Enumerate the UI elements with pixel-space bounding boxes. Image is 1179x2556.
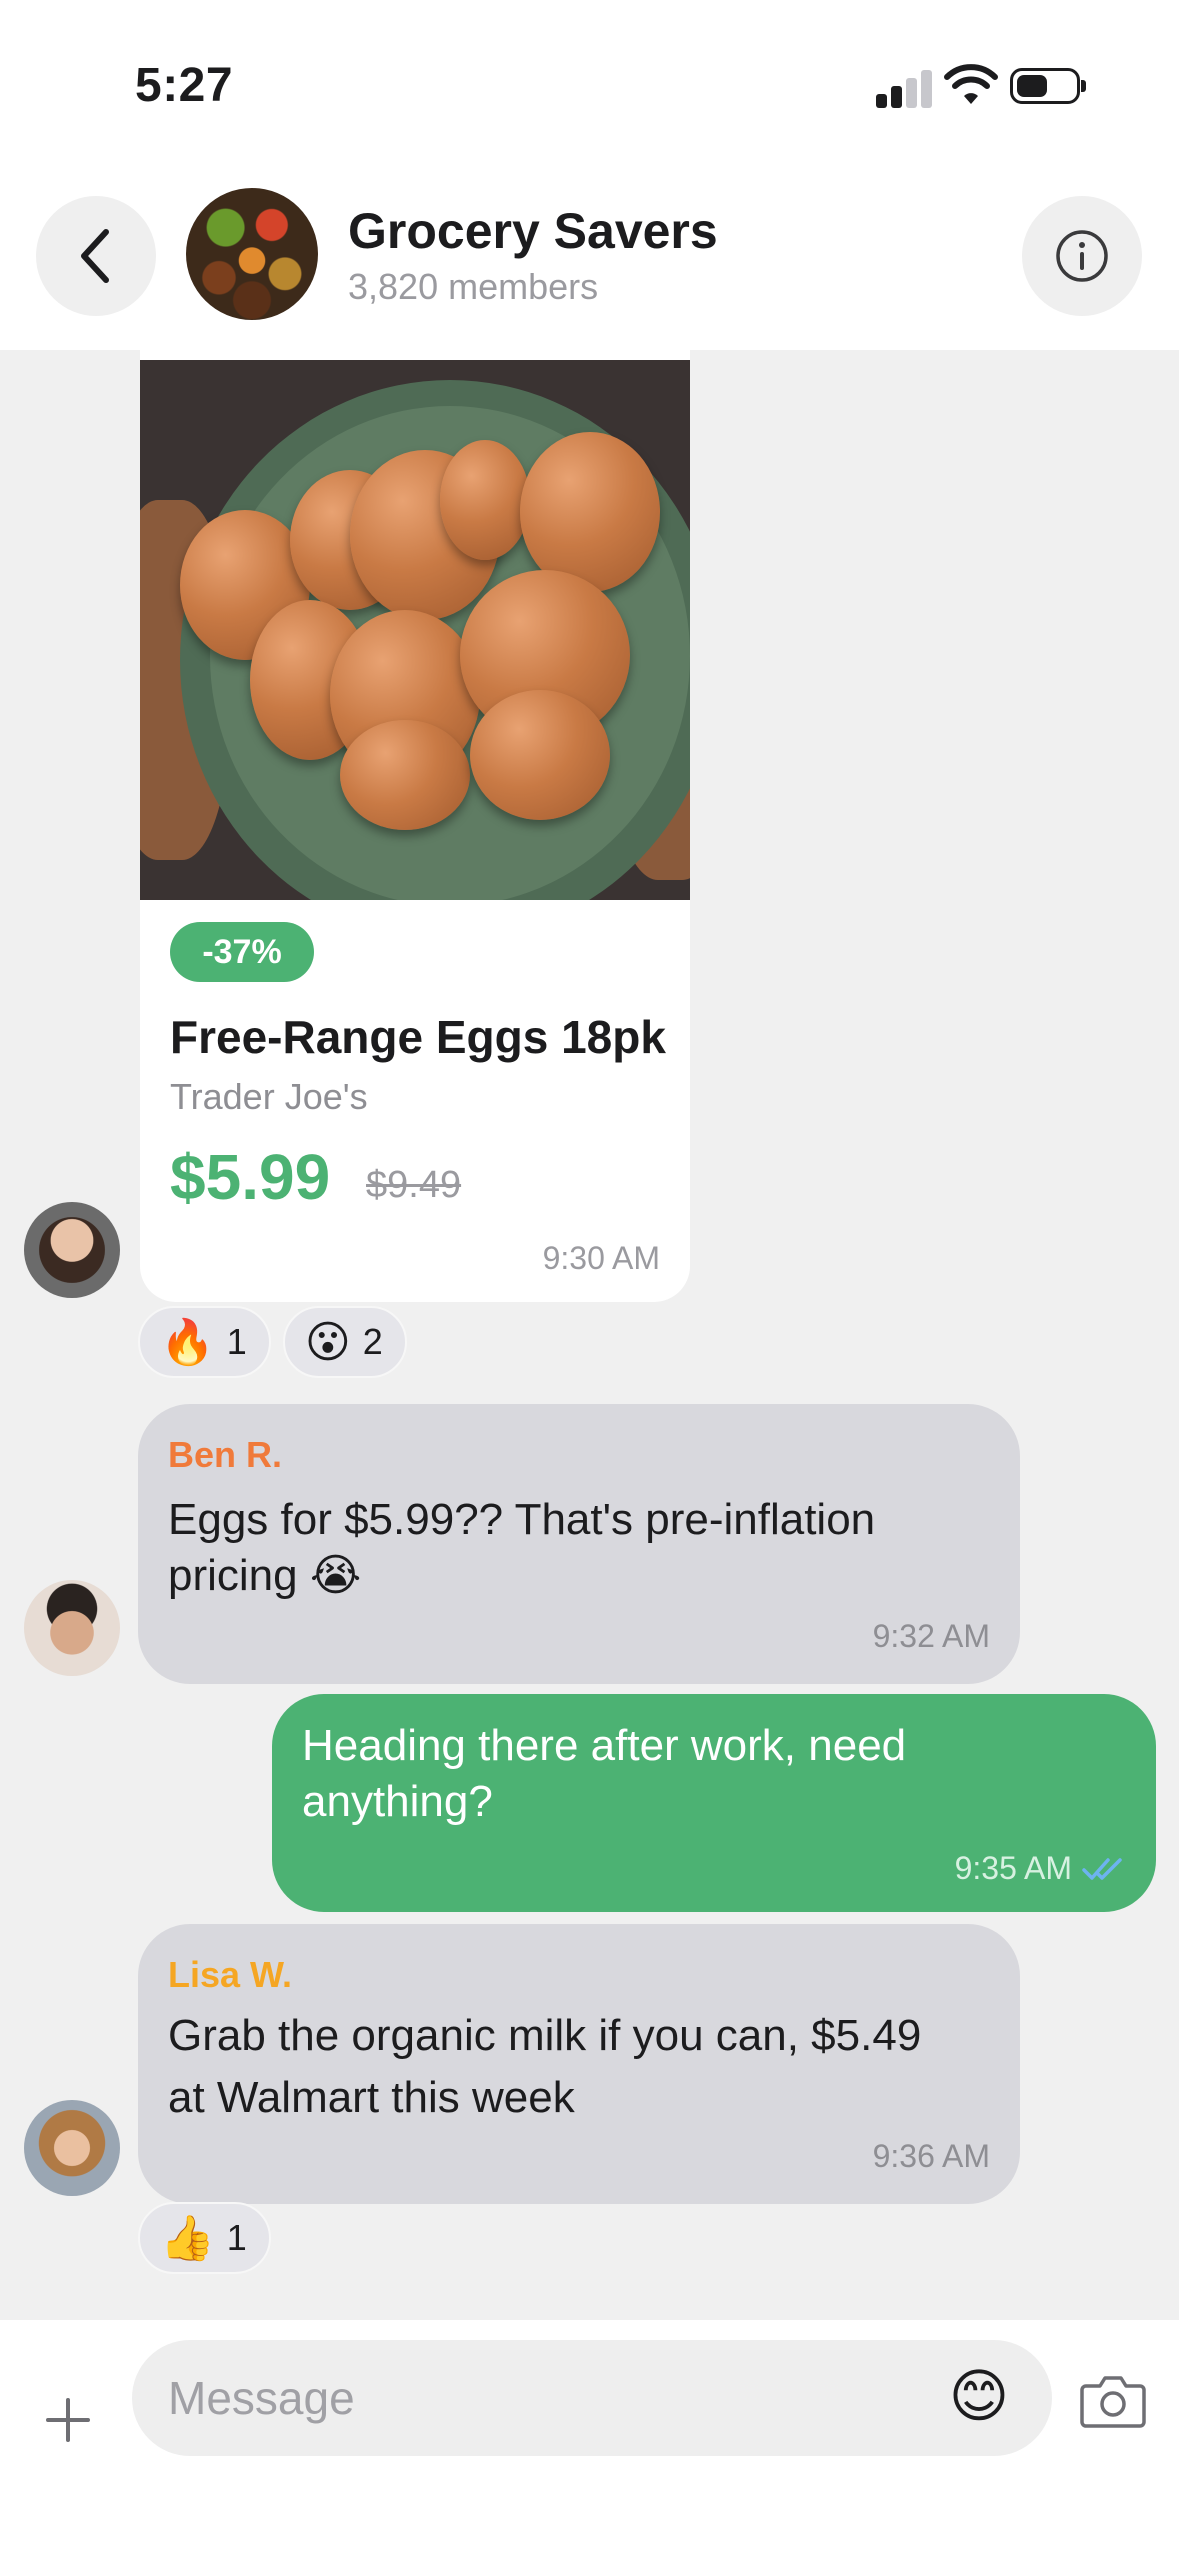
- group-avatar[interactable]: [186, 188, 318, 320]
- emoji-icon: 😊: [948, 2364, 1010, 2429]
- back-chevron-icon: [81, 229, 109, 283]
- reaction-count: 2: [362, 1321, 383, 1362]
- message-text-line: Eggs for $5.99?? That's pre-inflation: [168, 1495, 876, 1544]
- message-text-line: Grab the organic milk if you can, $5.49: [168, 2011, 922, 2060]
- message-text: Grab the organic milk if you can, $5.49 …: [168, 2008, 921, 2126]
- deal-reactions: 🔥 1 😮 2: [138, 1306, 407, 1378]
- message-time: 9:35 AM: [955, 1850, 1126, 1887]
- thumbs-up-icon: 👍: [160, 2214, 215, 2263]
- status-bar: 5:27: [0, 0, 1179, 170]
- camera-icon[interactable]: [1080, 2372, 1146, 2428]
- message-reactions: 👍 1: [138, 2202, 271, 2274]
- message-bubble[interactable]: Lisa W. Grab the organic milk if you can…: [138, 1924, 1020, 2204]
- deal-photo[interactable]: [140, 360, 690, 900]
- reaction-chip[interactable]: 🔥 1: [138, 1306, 271, 1378]
- avatar[interactable]: [24, 1202, 120, 1298]
- attach-button[interactable]: [40, 2392, 96, 2448]
- deal-price: $5.99: [170, 1141, 331, 1213]
- message-text: Heading there after work, need anything?: [302, 1718, 906, 1830]
- plus-icon: [46, 2398, 90, 2442]
- discount-badge: -37%: [170, 922, 314, 982]
- reaction-count: 1: [226, 2217, 247, 2258]
- message-text-line: at Walmart this week: [168, 2073, 575, 2122]
- back-button[interactable]: [36, 196, 156, 316]
- deal-card[interactable]: -37% Free-Range Eggs 18pk Trader Joe's $…: [140, 350, 690, 1302]
- message-time-label: 9:35 AM: [954, 1850, 1072, 1886]
- message-list[interactable]: -37% Free-Range Eggs 18pk Trader Joe's $…: [0, 350, 1179, 2320]
- fire-icon: 🔥: [160, 1318, 215, 1367]
- reaction-chip[interactable]: 😮 2: [282, 1306, 407, 1378]
- message-time: 9:30 AM: [542, 1240, 660, 1276]
- deal-title: Free-Range Eggs 18pk: [170, 1011, 666, 1063]
- message-text-line: pricing 😭: [168, 1551, 362, 1600]
- info-icon: [1056, 230, 1108, 282]
- reaction-count: 1: [226, 1321, 247, 1362]
- member-count: 3,820 members: [348, 266, 599, 307]
- sender-name[interactable]: Ben R.: [168, 1434, 282, 1476]
- read-receipt-icon: [1082, 1857, 1122, 1880]
- message-text: Eggs for $5.99?? That's pre-inflation pr…: [168, 1492, 875, 1604]
- message-time: 9:36 AM: [872, 2138, 990, 2174]
- emoji-button[interactable]: 😊: [944, 2362, 1014, 2432]
- group-name[interactable]: Grocery Savers: [348, 202, 718, 260]
- deal-store: Trader Joe's: [170, 1076, 368, 1117]
- outgoing-message-bubble[interactable]: Heading there after work, need anything?…: [272, 1694, 1156, 1912]
- composer-bar: 😊: [0, 2320, 1179, 2556]
- wifi-icon: [944, 64, 998, 104]
- info-button[interactable]: [1022, 196, 1142, 316]
- reaction-chip[interactable]: 👍 1: [138, 2202, 271, 2274]
- message-text-line: Heading there after work, need: [302, 1721, 907, 1770]
- battery-icon: [1010, 68, 1086, 104]
- signal-icon: [876, 68, 936, 108]
- chat-header: Grocery Savers 3,820 members: [0, 170, 1179, 350]
- message-text-line: anything?: [302, 1777, 493, 1826]
- avatar[interactable]: [24, 2100, 120, 2196]
- message-input[interactable]: [132, 2340, 1052, 2456]
- avatar[interactable]: [24, 1580, 120, 1676]
- message-bubble[interactable]: Ben R. Eggs for $5.99?? That's pre-infla…: [138, 1404, 1020, 1684]
- surprised-face-icon: 😮: [304, 1317, 351, 1367]
- deal-original-price: $9.49: [366, 1164, 462, 1206]
- message-time: 9:32 AM: [872, 1618, 990, 1654]
- status-time: 5:27: [135, 59, 234, 112]
- sender-name[interactable]: Lisa W.: [168, 1954, 292, 1996]
